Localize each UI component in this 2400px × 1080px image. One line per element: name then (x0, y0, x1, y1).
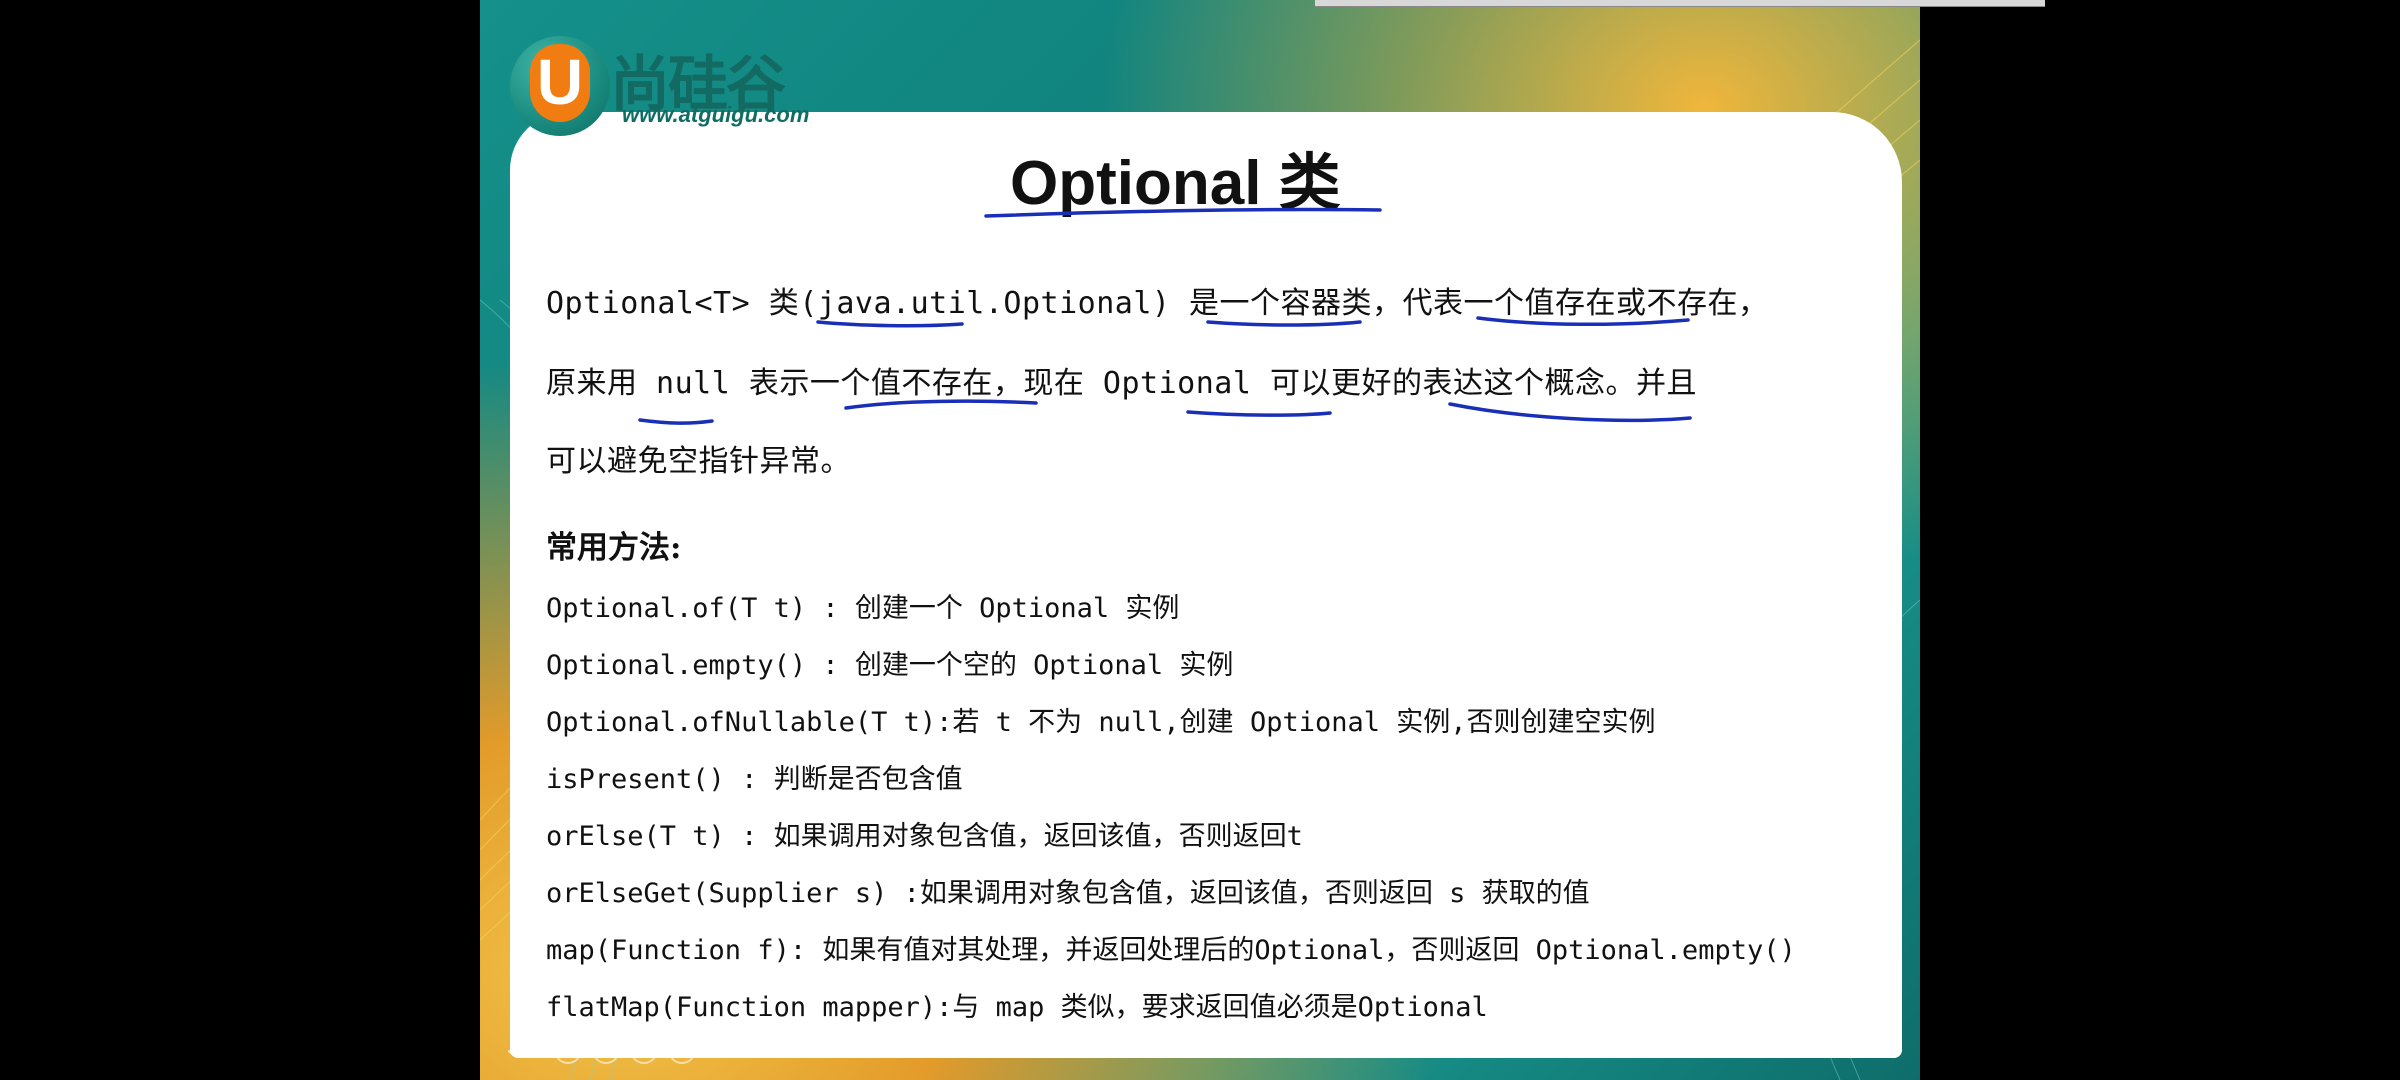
method-line: isPresent() : 判断是否包含值 (546, 764, 963, 795)
logo-letter: U (530, 44, 590, 122)
method-line: orElseGet(Supplier s) :如果调用对象包含值，返回该值，否则… (546, 878, 1590, 909)
method-line: map(Function f): 如果有值对其处理，并返回处理后的Optiona… (546, 935, 1796, 966)
prev-slide-icon[interactable]: ‹ (502, 1036, 518, 1064)
pen-icon[interactable]: ✎ (554, 1036, 582, 1064)
slide-title: Optional 类 (1010, 149, 1341, 218)
zoom-icon[interactable]: ⌕ (630, 1036, 658, 1064)
logo-url: www.atguigu.com (622, 102, 810, 127)
slide-content-card (510, 112, 1902, 1058)
logo-emblem: U (510, 36, 610, 136)
more-icon[interactable]: ⋯ (668, 1036, 696, 1064)
window-top-bar (1315, 0, 2045, 7)
atguigu-logo: U 尚硅谷 www.atguigu.com (510, 30, 860, 146)
paragraph-line: 原来用 null 表示一个值不存在，现在 Optional 可以更好的表达这个概… (546, 366, 1697, 401)
method-line: Optional.empty() : 创建一个空的 Optional 实例 (546, 650, 1234, 681)
slideshow-controls: ‹ › ✎ ▦ ⌕ ⋯ (502, 1032, 696, 1068)
paragraph-line: 可以避免空指针异常。 (546, 444, 851, 479)
method-line: Optional.ofNullable(T t):若 t 不为 null,创建 … (546, 707, 1656, 738)
next-slide-icon[interactable]: › (528, 1036, 544, 1064)
method-line: Optional.of(T t) : 创建一个 Optional 实例 (546, 593, 1180, 624)
section-title: 常用方法: (546, 530, 682, 566)
paragraph-line: Optional<T> 类(java.util.Optional) 是一个容器类… (546, 286, 1769, 321)
method-line: flatMap(Function mapper):与 map 类似，要求返回值必… (546, 992, 1488, 1023)
grid-icon[interactable]: ▦ (592, 1036, 620, 1064)
method-line: orElse(T t) : 如果调用对象包含值，返回该值，否则返回t (546, 821, 1303, 852)
